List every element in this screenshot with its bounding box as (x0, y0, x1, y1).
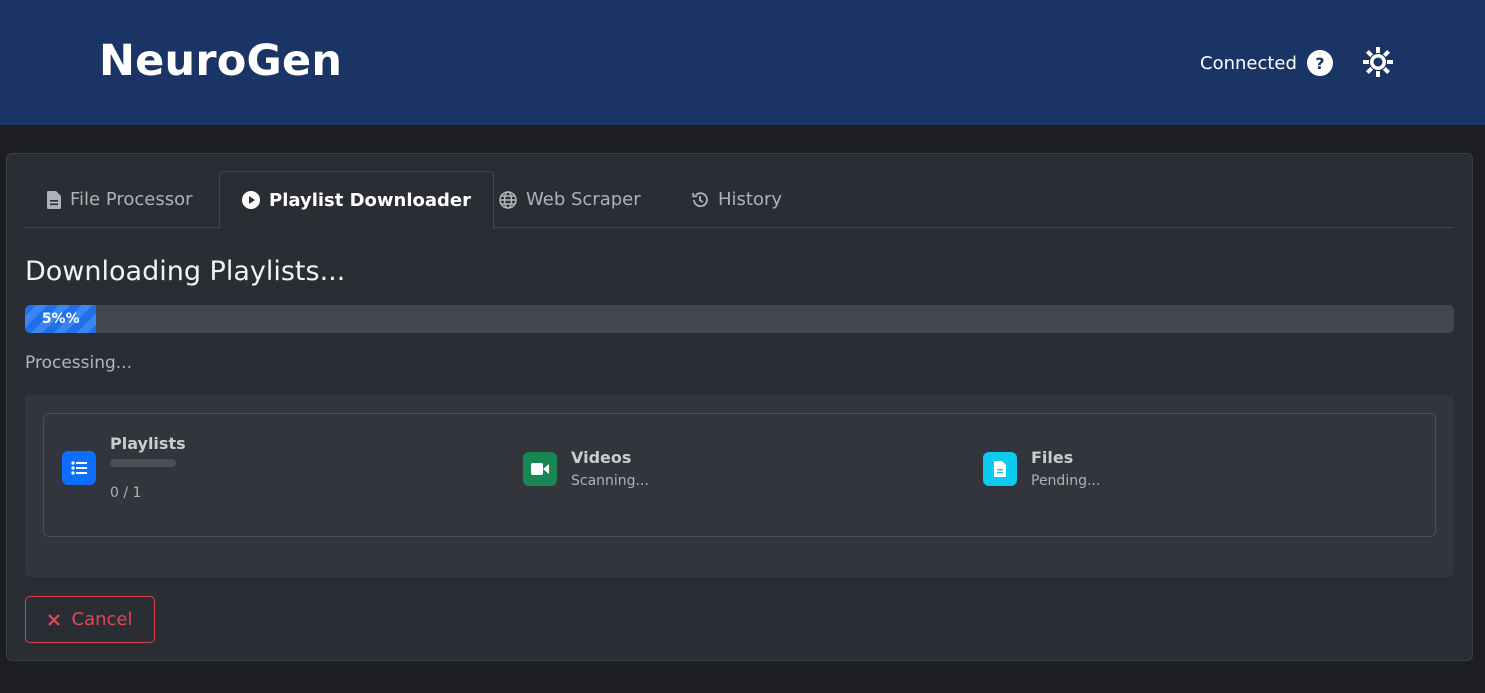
close-icon (47, 613, 60, 626)
theme-toggle-icon[interactable] (1362, 46, 1394, 78)
progress-label: 5%% (41, 311, 80, 327)
tab-web-scraper[interactable]: Web Scraper (477, 171, 663, 228)
tab-label: Web Scraper (526, 189, 641, 210)
stat-files: Files Pending... (983, 448, 1100, 489)
brand-title: NeuroGen (99, 36, 343, 86)
status-text: Processing... (25, 353, 132, 373)
main-card: File Processor Playlist Downloader Web S… (6, 153, 1473, 661)
cancel-label: Cancel (71, 609, 133, 630)
tab-label: File Processor (70, 189, 193, 210)
list-icon (62, 450, 96, 485)
video-camera-icon (523, 451, 557, 486)
stat-label: Videos (571, 448, 632, 467)
stat-label: Files (1031, 448, 1074, 467)
file-icon (47, 190, 61, 209)
history-icon (692, 191, 708, 207)
connection-status: Connected ? (1200, 50, 1333, 76)
videos-status: Scanning... (571, 473, 649, 489)
connection-status-label: Connected (1200, 52, 1297, 74)
globe-icon (499, 190, 517, 209)
stats-box: Playlists 0 / 1 Videos Scanning... Files… (43, 413, 1436, 537)
stat-playlists: Playlists 0 / 1 (62, 434, 186, 501)
page-title: Downloading Playlists... (25, 256, 346, 287)
files-status: Pending... (1031, 473, 1101, 489)
cancel-button[interactable]: Cancel (25, 596, 155, 643)
progress-fill: 5%% (25, 305, 97, 333)
app-header: NeuroGen Connected ? (0, 0, 1485, 125)
tab-bar: File Processor Playlist Downloader Web S… (25, 171, 1453, 229)
tab-history[interactable]: History (669, 171, 804, 228)
progress-bar: 5%% (25, 305, 1454, 333)
help-icon[interactable]: ? (1306, 50, 1333, 76)
playlists-progress (110, 459, 176, 467)
stat-label: Playlists (110, 434, 186, 453)
tab-playlist-downloader[interactable]: Playlist Downloader (219, 171, 495, 229)
tab-label: History (718, 189, 783, 210)
stat-videos: Videos Scanning... (523, 448, 649, 489)
playlists-count: 0 / 1 (110, 485, 142, 501)
play-circle-icon (242, 191, 260, 209)
tab-file-processor[interactable]: File Processor (25, 171, 215, 228)
stats-panel: Playlists 0 / 1 Videos Scanning... Files… (25, 395, 1454, 577)
tab-label: Playlist Downloader (269, 189, 472, 211)
document-icon (983, 451, 1017, 486)
